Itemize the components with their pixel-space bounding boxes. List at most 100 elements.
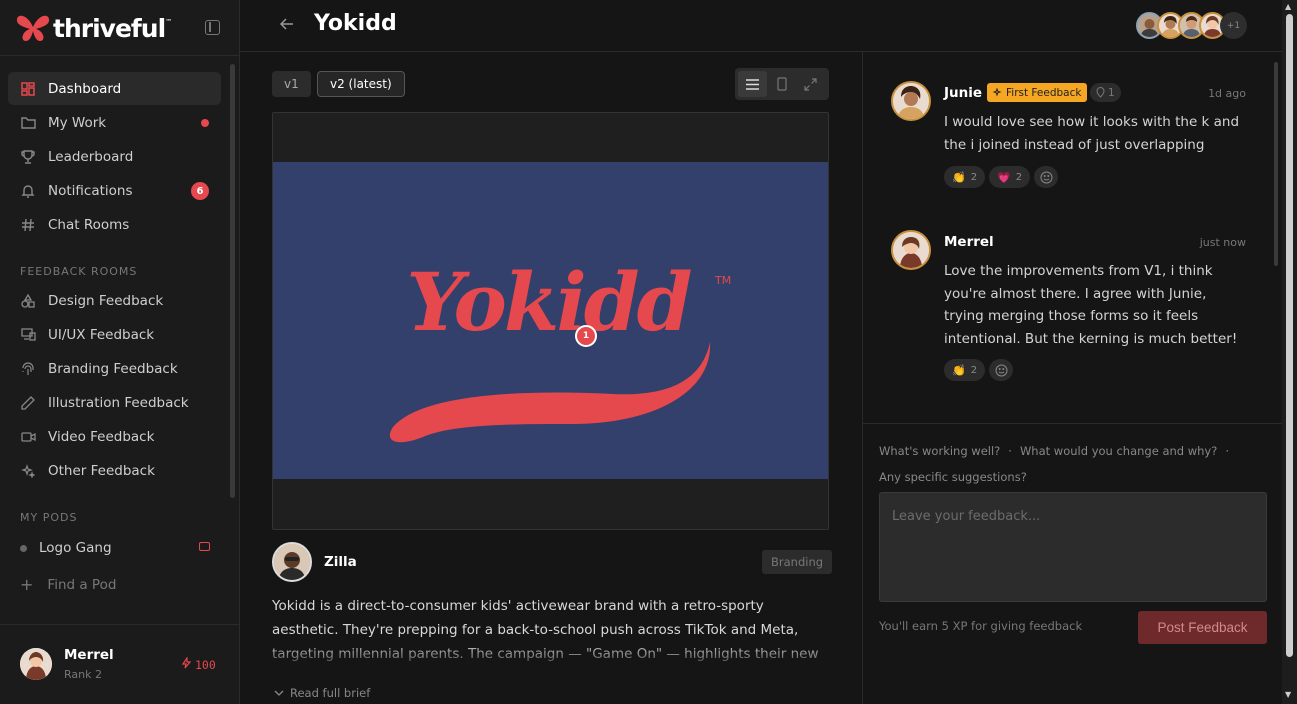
badge-label: First Feedback: [1006, 86, 1082, 99]
page-scrollbar[interactable]: ▲ ▼: [1282, 0, 1297, 704]
sidebar-item-video-feedback[interactable]: Video Feedback: [8, 420, 221, 453]
avatar[interactable]: [272, 542, 312, 582]
nav-label: Illustration Feedback: [48, 394, 189, 411]
comment-timestamp: just now: [1199, 236, 1246, 249]
swoosh-shape: [389, 342, 711, 443]
nav-label: Dashboard: [48, 80, 122, 97]
brand-name: thriveful: [53, 13, 166, 43]
nav-label: Leaderboard: [48, 148, 134, 165]
sidebar-scrollbar[interactable]: [230, 64, 235, 498]
comment-author[interactable]: Junie: [944, 85, 982, 101]
sidebar-item-other-feedback[interactable]: Other Feedback: [8, 454, 221, 487]
avatar[interactable]: [891, 230, 931, 270]
nav-label: Notifications: [48, 182, 133, 199]
prompt-chip[interactable]: What would you change and why?: [1020, 444, 1217, 458]
sidebar-item-illustration-feedback[interactable]: Illustration Feedback: [8, 386, 221, 419]
nav-item-my-work[interactable]: My Work: [8, 106, 221, 139]
add-reaction-smiley-icon[interactable]: [1034, 166, 1059, 188]
prompt-chip[interactable]: Any specific suggestions?: [879, 470, 1027, 484]
prompt-chip[interactable]: What's working well?: [879, 444, 1000, 458]
dashboard-icon: [20, 81, 36, 97]
comment-item: Junie First Feedback 1 1d ago I would lo…: [891, 81, 1246, 221]
author-name[interactable]: Zilla: [324, 554, 357, 570]
sidebar-item-uiux-feedback[interactable]: UI/UX Feedback: [8, 318, 221, 351]
more-members-count: +1: [1220, 12, 1247, 39]
yokidd-logo-artwork: Yokidd TM: [273, 162, 828, 479]
add-reaction-smiley-icon[interactable]: [989, 359, 1014, 381]
pod-status-dot: [20, 544, 27, 552]
back-arrow-icon[interactable]: [279, 17, 296, 33]
nav-label: Branding Feedback: [48, 360, 178, 377]
sidebar-item-branding-feedback[interactable]: Branding Feedback: [8, 352, 221, 385]
artwork-wordmark: Yokidd: [406, 255, 691, 349]
heart-emoji-icon: 💗: [997, 170, 1011, 184]
member-avatar-stack[interactable]: +1: [1136, 12, 1247, 39]
expand-icon[interactable]: [796, 71, 825, 97]
avatar[interactable]: [891, 81, 931, 121]
avatar[interactable]: [20, 648, 52, 680]
pencil-icon: [20, 395, 36, 411]
comments-scrollbar[interactable]: [1274, 62, 1278, 266]
find-pod-label: Find a Pod: [47, 576, 117, 593]
scrollbar-thumb[interactable]: [1286, 14, 1293, 657]
bell-icon: [20, 183, 36, 199]
section-label-my-pods: MY PODS: [20, 511, 78, 524]
butterfly-logo-icon: [16, 15, 50, 41]
mobile-view-icon[interactable]: [767, 71, 796, 97]
sidebar-item-design-feedback[interactable]: Design Feedback: [8, 284, 221, 317]
brand-logo[interactable]: thriveful ™: [16, 12, 172, 44]
nav-item-chat-rooms[interactable]: Chat Rooms: [8, 208, 221, 241]
feedback-prompts: What's working well? · What would you chan…: [879, 438, 1269, 490]
lightning-icon: [181, 656, 192, 672]
comment-item: Merrel just now Love the improvements fr…: [891, 230, 1246, 400]
sparkles-icon: [20, 463, 36, 479]
page-title: Yokidd: [314, 11, 397, 36]
version-tab-v1[interactable]: v1: [272, 71, 311, 97]
app-root: thriveful ™ Dashboard My Work Leaderboar…: [0, 0, 1297, 704]
feedback-textarea[interactable]: [879, 492, 1267, 602]
comment-pin-marker[interactable]: 1: [575, 325, 597, 347]
submission-main: v1 v2 (latest) Yokidd TM 1 Zilla Brandin…: [240, 52, 862, 704]
reaction-heart[interactable]: 💗 2: [989, 166, 1031, 188]
brief-fade: [272, 642, 832, 672]
sparkles-icon: [993, 87, 1002, 96]
list-view-icon[interactable]: [738, 71, 767, 97]
nav-item-leaderboard[interactable]: Leaderboard: [8, 140, 221, 173]
version-tab-v2[interactable]: v2 (latest): [317, 71, 405, 97]
prompt-separator: ·: [1225, 444, 1230, 458]
page-header: Yokidd +1: [240, 0, 1282, 52]
nav-item-dashboard[interactable]: Dashboard: [8, 72, 221, 105]
find-pod-link[interactable]: + Find a Pod: [20, 575, 116, 594]
xp-note: You'll earn 5 XP for giving feedback: [879, 619, 1083, 633]
scroll-up-arrow-icon[interactable]: ▲: [1285, 2, 1291, 11]
reaction-bar: 👏 2 💗 2: [944, 166, 1059, 188]
divider: [863, 423, 1283, 424]
read-more-label: Read full brief: [290, 686, 371, 700]
folder-icon: [20, 115, 36, 131]
prompt-separator: ·: [1008, 444, 1012, 458]
pin-count: 1: [1108, 86, 1115, 99]
unread-dot: [201, 119, 209, 127]
feedback-panel: Junie First Feedback 1 1d ago I would lo…: [862, 52, 1283, 704]
reaction-clap[interactable]: 👏 2: [944, 166, 986, 188]
read-full-brief-link[interactable]: Read full brief: [274, 686, 370, 700]
artwork-preview[interactable]: Yokidd TM 1: [272, 112, 829, 530]
pod-item-logo-gang[interactable]: Logo Gang: [20, 538, 210, 558]
nav-label: My Work: [48, 114, 107, 131]
comment-timestamp: 1d ago: [1208, 87, 1246, 100]
plus-icon: +: [20, 575, 34, 594]
view-toggle-group: [735, 68, 829, 100]
nav-item-notifications[interactable]: Notifications 6: [8, 174, 221, 207]
post-feedback-button[interactable]: Post Feedback: [1138, 611, 1267, 644]
reaction-clap[interactable]: 👏 2: [944, 359, 986, 381]
comment-text: Love the improvements from V1, i think y…: [944, 263, 1238, 347]
collapse-sidebar-icon[interactable]: [205, 20, 220, 35]
comment-text: I would love see how it looks with the k…: [944, 114, 1240, 153]
artwork-trademark: TM: [714, 274, 731, 287]
scroll-down-arrow-icon[interactable]: ▼: [1285, 690, 1291, 699]
xp-value: 100: [195, 657, 216, 672]
video-icon: [20, 429, 36, 445]
comment-author[interactable]: Merrel: [944, 234, 994, 250]
divider: [0, 624, 239, 625]
nav-label: Video Feedback: [48, 428, 155, 445]
